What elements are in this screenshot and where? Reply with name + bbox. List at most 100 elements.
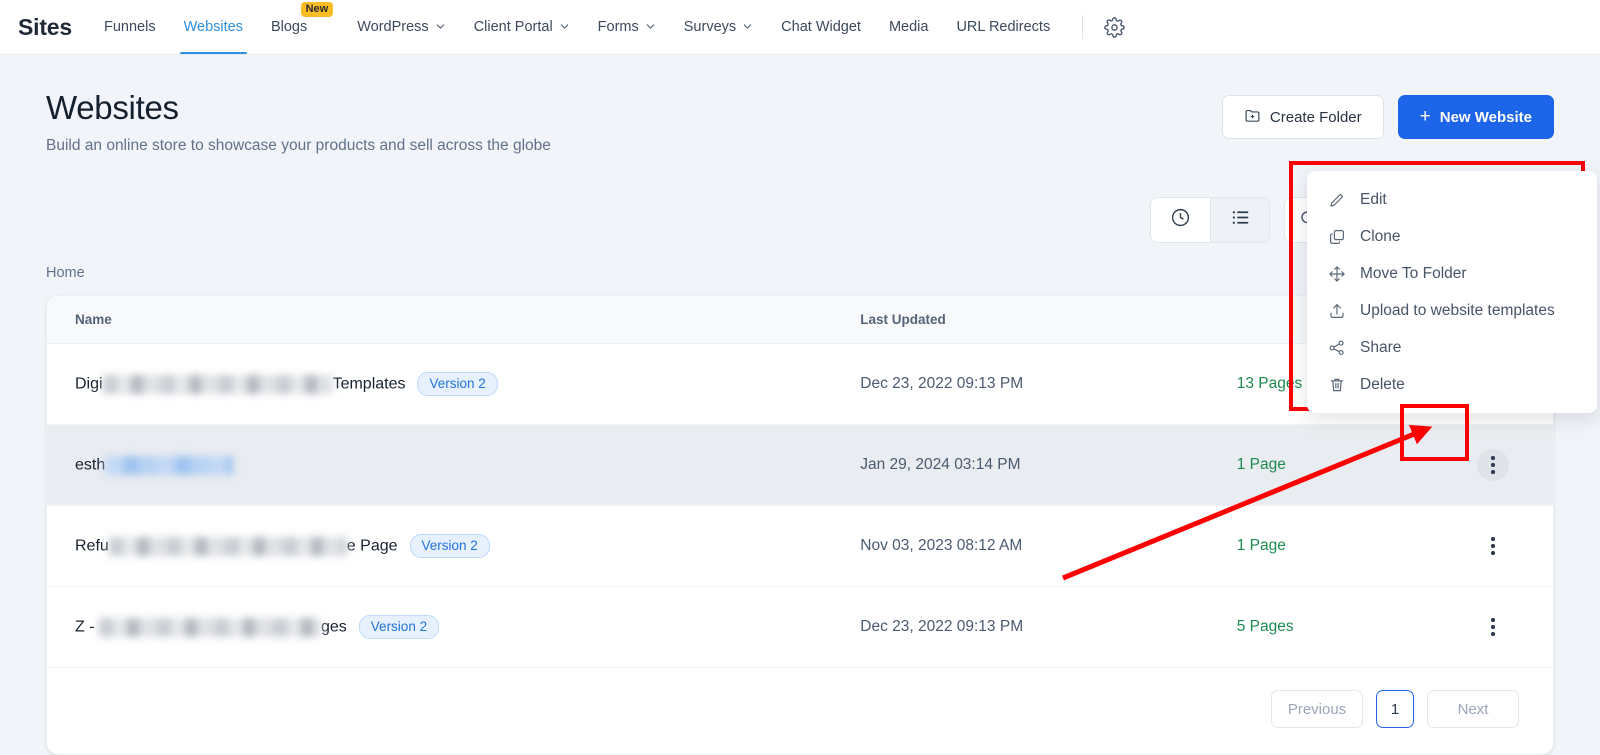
website-name: Z - ges bbox=[75, 618, 347, 637]
pagination: Previous 1 Next bbox=[47, 668, 1553, 754]
nav-item-label: Blogs bbox=[271, 19, 307, 35]
previous-page-button[interactable]: Previous bbox=[1271, 690, 1363, 728]
create-folder-label: Create Folder bbox=[1270, 109, 1362, 126]
nav-item-label: Client Portal bbox=[474, 19, 553, 35]
version-badge: Version 2 bbox=[410, 534, 490, 558]
kebab-dot bbox=[1491, 537, 1495, 541]
redacted-name-block bbox=[103, 375, 333, 394]
list-view-icon bbox=[1230, 207, 1251, 233]
context-menu-item-edit[interactable]: Edit bbox=[1307, 181, 1597, 218]
cell-last-updated: Jan 29, 2024 03:14 PM bbox=[860, 425, 1237, 506]
version-badge: Version 2 bbox=[359, 615, 439, 639]
page-subtitle: Build an online store to showcase your p… bbox=[46, 137, 551, 155]
nav-item-chat-widget[interactable]: Chat Widget bbox=[767, 0, 875, 54]
row-menu-button[interactable] bbox=[1477, 449, 1509, 481]
chevron-down-icon bbox=[742, 21, 753, 35]
nav-item-label: Funnels bbox=[104, 19, 156, 35]
redacted-name-block bbox=[99, 618, 321, 637]
table-row[interactable]: Refue PageVersion 2Nov 03, 2023 08:12 AM… bbox=[47, 506, 1553, 587]
chevron-down-icon bbox=[435, 21, 446, 35]
app-brand-title: Sites bbox=[12, 14, 90, 41]
plus-icon: + bbox=[1420, 107, 1431, 126]
website-name-prefix: Z - bbox=[75, 618, 99, 635]
row-menu-button[interactable] bbox=[1477, 530, 1509, 562]
next-page-button[interactable]: Next bbox=[1427, 690, 1519, 728]
nav-item-wordpress[interactable]: WordPress bbox=[343, 0, 459, 54]
move-icon bbox=[1327, 264, 1346, 283]
nav-item-url-redirects[interactable]: URL Redirects bbox=[942, 0, 1064, 54]
copy-icon bbox=[1327, 227, 1346, 246]
row-menu-button[interactable] bbox=[1477, 611, 1509, 643]
page-title: Websites bbox=[46, 89, 551, 127]
website-name-suffix: Templates bbox=[333, 375, 406, 392]
nav-item-label: Chat Widget bbox=[781, 19, 861, 35]
cell-pages: 1 Page bbox=[1237, 506, 1433, 587]
page-number-1[interactable]: 1 bbox=[1376, 690, 1414, 728]
kebab-button-highlight-box bbox=[1400, 404, 1469, 461]
name-wrapper: Z - ges Version 2 bbox=[75, 615, 860, 639]
context-menu-item-label: Upload to website templates bbox=[1360, 302, 1555, 320]
new-website-button[interactable]: + New Website bbox=[1398, 95, 1554, 139]
website-name: esth bbox=[75, 456, 233, 475]
nav-items-list: FunnelsWebsitesBlogsNewWordPressClient P… bbox=[90, 0, 1064, 54]
nav-divider bbox=[1082, 15, 1083, 39]
context-menu-highlight-box: Edit Clone Move To Folder Upload to website… bbox=[1289, 161, 1585, 411]
nav-item-label: URL Redirects bbox=[956, 19, 1050, 35]
nav-item-label: Media bbox=[889, 19, 929, 35]
website-name: Digi Templates bbox=[75, 375, 405, 394]
upload-icon bbox=[1327, 301, 1346, 320]
table-row[interactable]: esthJan 29, 2024 03:14 PM1 Page bbox=[47, 425, 1553, 506]
table-row[interactable]: Z - gesVersion 2Dec 23, 2022 09:13 PM5 P… bbox=[47, 587, 1553, 668]
nav-item-label: Forms bbox=[598, 19, 639, 35]
nav-item-funnels[interactable]: Funnels bbox=[90, 0, 170, 54]
column-header-name: Name bbox=[47, 296, 860, 344]
kebab-dot bbox=[1491, 618, 1495, 622]
create-folder-button[interactable]: Create Folder bbox=[1222, 95, 1384, 139]
page-header-text: Websites Build an online store to showca… bbox=[46, 89, 551, 155]
share-icon bbox=[1327, 338, 1346, 357]
nav-item-label: Websites bbox=[184, 19, 243, 35]
nav-item-media[interactable]: Media bbox=[875, 0, 943, 54]
nav-item-websites[interactable]: Websites bbox=[170, 0, 257, 54]
cell-name: esth bbox=[47, 425, 860, 506]
view-mode-toggle-group bbox=[1150, 197, 1270, 243]
nav-item-forms[interactable]: Forms bbox=[584, 0, 670, 54]
name-wrapper: Refue PageVersion 2 bbox=[75, 534, 860, 558]
name-wrapper: Digi Templates Version 2 bbox=[75, 372, 860, 396]
context-menu-item-label: Move To Folder bbox=[1360, 265, 1467, 283]
cell-last-updated: Nov 03, 2023 08:12 AM bbox=[860, 506, 1237, 587]
context-menu-item-share[interactable]: Share bbox=[1307, 329, 1597, 366]
new-website-label: New Website bbox=[1440, 109, 1532, 126]
cell-name: Digi Templates Version 2 bbox=[47, 344, 860, 425]
nav-item-surveys[interactable]: Surveys bbox=[670, 0, 767, 54]
nav-badge-new: New bbox=[301, 2, 334, 17]
kebab-dot bbox=[1491, 625, 1495, 629]
redacted-name-block bbox=[109, 537, 347, 556]
gear-icon[interactable] bbox=[1099, 12, 1129, 42]
list-view-button[interactable] bbox=[1210, 198, 1269, 242]
context-menu-item-move-to-folder[interactable]: Move To Folder bbox=[1307, 255, 1597, 292]
cell-name: Refue PageVersion 2 bbox=[47, 506, 860, 587]
cell-name: Z - ges Version 2 bbox=[47, 587, 860, 668]
context-menu-item-delete[interactable]: Delete bbox=[1307, 366, 1597, 403]
context-menu-item-label: Share bbox=[1360, 339, 1401, 357]
context-menu-item-upload-to-website-templates[interactable]: Upload to website templates bbox=[1307, 292, 1597, 329]
version-badge: Version 2 bbox=[417, 372, 497, 396]
context-menu-item-label: Edit bbox=[1360, 191, 1387, 209]
nav-item-client-portal[interactable]: Client Portal bbox=[460, 0, 584, 54]
nav-item-label: WordPress bbox=[357, 19, 428, 35]
page-header: Websites Build an online store to showca… bbox=[46, 89, 1554, 155]
recent-view-button[interactable] bbox=[1151, 198, 1210, 242]
context-menu-item-label: Clone bbox=[1360, 228, 1401, 246]
cell-actions bbox=[1433, 506, 1553, 587]
nav-item-blogs[interactable]: BlogsNew bbox=[257, 0, 321, 54]
cell-pages: 5 Pages bbox=[1237, 587, 1433, 668]
top-navigation-bar: Sites FunnelsWebsitesBlogsNewWordPressCl… bbox=[0, 0, 1600, 55]
context-menu-item-clone[interactable]: Clone bbox=[1307, 218, 1597, 255]
row-context-menu: Edit Clone Move To Folder Upload to website… bbox=[1307, 171, 1597, 413]
kebab-dot bbox=[1491, 544, 1495, 548]
website-name-prefix: Digi bbox=[75, 375, 103, 392]
folder-plus-icon bbox=[1244, 107, 1261, 128]
cell-last-updated: Dec 23, 2022 09:13 PM bbox=[860, 344, 1237, 425]
redacted-name-block bbox=[105, 456, 233, 475]
